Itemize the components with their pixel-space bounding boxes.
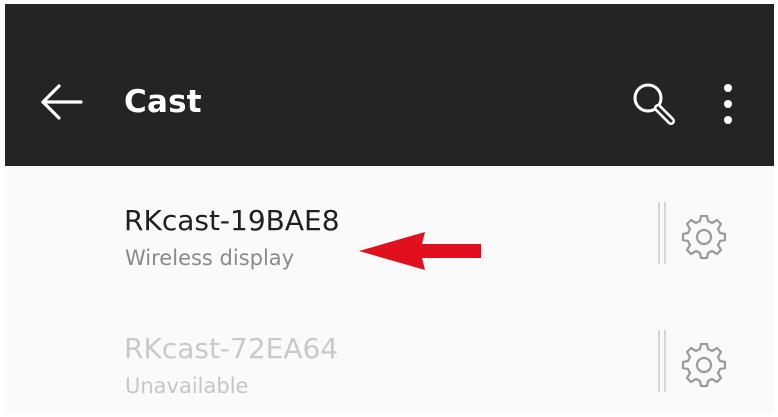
device-settings-button[interactable] — [681, 342, 727, 388]
gear-icon — [681, 214, 727, 260]
cast-screen: Cast RKcast-19BAE8 Wireless display RKca… — [5, 4, 774, 414]
row-divider — [658, 202, 667, 264]
more-options-button[interactable] — [713, 80, 743, 128]
device-name: RKcast-19BAE8 — [124, 204, 340, 237]
page-title: Cast — [124, 84, 202, 120]
arrow-left-icon — [41, 84, 83, 120]
device-status: Wireless display — [125, 246, 295, 270]
back-button[interactable] — [35, 80, 87, 124]
device-row-rkcast-19bae8[interactable]: RKcast-19BAE8 Wireless display — [5, 184, 774, 304]
gear-icon — [681, 342, 727, 388]
search-icon — [633, 83, 675, 125]
device-status: Unavailable — [125, 374, 249, 398]
device-name: RKcast-72EA64 — [124, 332, 339, 365]
app-toolbar: Cast — [5, 4, 774, 166]
device-settings-button[interactable] — [681, 214, 727, 260]
row-divider — [658, 330, 667, 392]
more-vert-icon — [724, 84, 732, 124]
red-arrow-annotation — [359, 232, 481, 270]
device-row-rkcast-72ea64[interactable]: RKcast-72EA64 Unavailable — [5, 312, 774, 414]
search-button[interactable] — [629, 80, 679, 128]
